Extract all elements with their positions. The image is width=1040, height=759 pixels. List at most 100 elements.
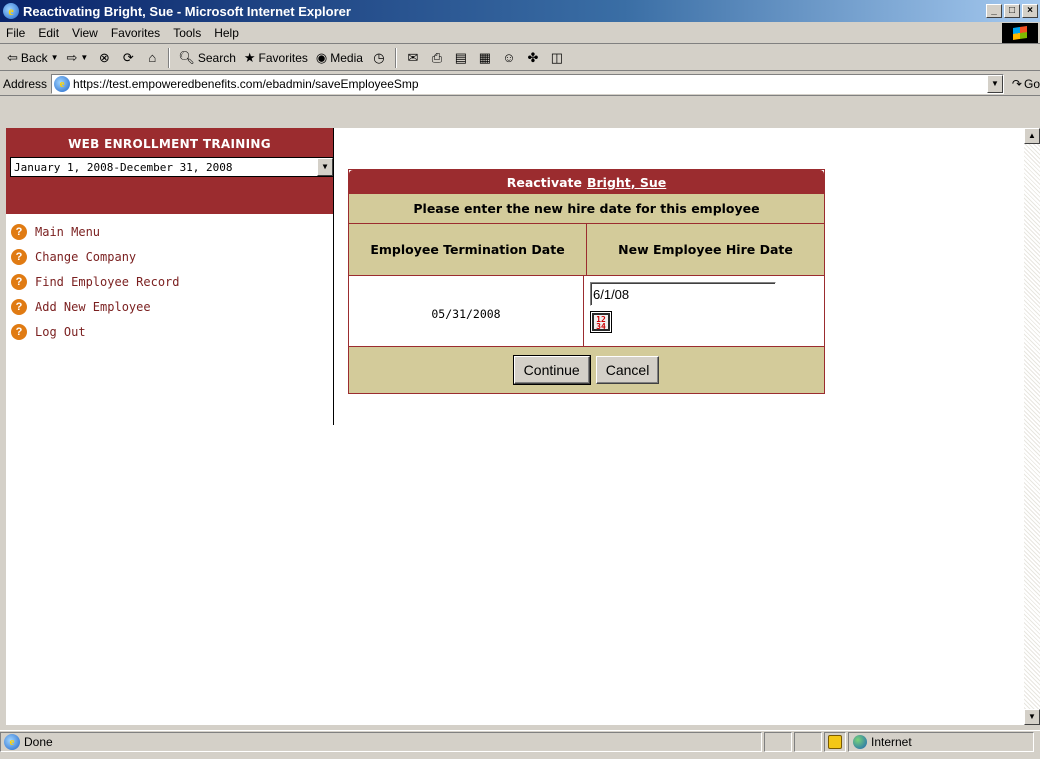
forward-arrow-icon: ⇨ <box>66 49 78 65</box>
toolbar-separator <box>394 47 397 68</box>
media-label: Media <box>330 50 363 65</box>
sidebar-item-label[interactable]: Find Employee Record <box>35 275 180 289</box>
address-label: Address <box>3 76 48 91</box>
status-bar: e Done Internet <box>0 730 1040 752</box>
lock-icon <box>828 734 842 749</box>
media-button[interactable]: ◉ Media <box>313 47 366 69</box>
menu-file[interactable]: File <box>0 26 32 40</box>
menu-tools[interactable]: Tools <box>167 26 208 40</box>
address-input[interactable]: e https://test.empoweredbenefits.com/eba… <box>51 73 1004 94</box>
media-icon: ◉ <box>315 49 328 65</box>
hire-date-input[interactable] <box>590 282 776 306</box>
page-icon: e <box>54 75 71 92</box>
employee-name-link[interactable]: Bright, Sue <box>587 175 666 190</box>
stop-icon[interactable]: ⊗ <box>95 49 113 67</box>
plan-period-select[interactable]: January 1, 2008-December 31, 2008 ▼ <box>10 157 334 177</box>
back-arrow-icon: ⇦ <box>7 49 18 65</box>
sidebar-item-change-company[interactable]: ? Change Company <box>11 244 333 269</box>
status-pane <box>794 731 822 752</box>
cancel-button[interactable]: Cancel <box>595 356 660 384</box>
history-icon[interactable]: ◷ <box>370 49 388 67</box>
mail-icon[interactable]: ✉ <box>404 49 422 67</box>
status-pane <box>764 731 792 752</box>
sidebar-item-label[interactable]: Add New Employee <box>35 300 151 314</box>
dialog-header: Reactivate Bright, Sue <box>349 170 824 194</box>
chevron-down-icon[interactable]: ▼ <box>317 158 333 176</box>
vertical-scrollbar[interactable]: ▲ ▼ <box>1024 128 1040 725</box>
back-dropdown-icon[interactable]: ▼ <box>51 53 59 62</box>
search-icon: 🔍︎ <box>178 49 195 65</box>
refresh-icon[interactable]: ⟳ <box>119 49 137 67</box>
maximize-button[interactable]: □ <box>1004 4 1020 18</box>
related-links-icon[interactable]: ◫ <box>548 49 566 67</box>
sidebar: WEB ENROLLMENT TRAINING January 1, 2008-… <box>6 128 334 425</box>
menu-favorites[interactable]: Favorites <box>105 26 167 40</box>
sidebar-item-log-out[interactable]: ? Log Out <box>11 319 333 344</box>
address-url[interactable]: https://test.empoweredbenefits.com/ebadm… <box>73 77 987 91</box>
calendar-button[interactable]: 12 34 <box>590 311 612 333</box>
back-button[interactable]: ⇦ Back ▼ <box>4 47 62 69</box>
help-icon: ? <box>11 298 27 315</box>
help-icon: ? <box>11 273 27 290</box>
scroll-down-icon[interactable]: ▼ <box>1024 709 1040 725</box>
sidebar-item-main-menu[interactable]: ? Main Menu <box>11 219 333 244</box>
go-arrow-icon: ↷ <box>1011 76 1022 91</box>
dialog-column-headers: Employee Termination Date New Employee H… <box>349 224 824 276</box>
search-label: Search <box>197 50 236 65</box>
sidebar-item-label[interactable]: Main Menu <box>35 225 100 239</box>
dialog-row: 05/31/2008 1234 <box>349 276 824 347</box>
sidebar-item-label[interactable]: Log Out <box>35 325 86 339</box>
ie-logo-icon: e <box>3 3 19 19</box>
favorites-label: Favorites <box>258 50 308 65</box>
discuss-icon[interactable]: ▦ <box>476 49 494 67</box>
globe-icon <box>853 734 867 749</box>
hire-date-header: New Employee Hire Date <box>587 224 824 275</box>
help-icon: ? <box>11 248 27 265</box>
sidebar-item-label[interactable]: Change Company <box>35 250 136 264</box>
windows-logo-icon <box>1002 22 1038 43</box>
scroll-up-icon[interactable]: ▲ <box>1024 128 1040 144</box>
sidebar-nav: ? Main Menu ? Change Company ? Find Empl… <box>6 214 333 344</box>
help-icon: ? <box>11 223 27 240</box>
security-zone-label: Internet <box>871 734 912 749</box>
sidebar-item-add-new-employee[interactable]: ? Add New Employee <box>11 294 333 319</box>
address-bar: Address e https://test.empoweredbenefits… <box>0 72 1040 96</box>
page-done-icon: e <box>4 733 20 750</box>
go-button[interactable]: ↷ Go <box>1012 77 1040 91</box>
menu-help[interactable]: Help <box>208 26 246 40</box>
back-label: Back <box>20 50 48 65</box>
print-icon[interactable]: ⎙ <box>428 49 446 67</box>
status-text: Done <box>24 734 53 749</box>
dialog-title: Reactivate <box>506 174 582 190</box>
continue-button[interactable]: Continue <box>512 355 591 385</box>
menu-view[interactable]: View <box>66 26 105 40</box>
forward-dropdown-icon[interactable]: ▼ <box>80 53 88 62</box>
minimize-button[interactable]: _ <box>986 4 1002 18</box>
window-controls: _ □ × <box>986 4 1038 18</box>
favorites-button[interactable]: ★ Favorites <box>241 47 311 69</box>
status-main-pane: e Done <box>0 731 762 752</box>
messenger-icon[interactable]: ☺ <box>500 49 518 67</box>
reactivate-dialog: Reactivate Bright, Sue Please enter the … <box>348 169 825 394</box>
sidebar-item-find-employee-record[interactable]: ? Find Employee Record <box>11 269 333 294</box>
menu-bar: File Edit View Favorites Tools Help <box>0 22 1040 44</box>
standard-toolbar: ⇦ Back ▼ ⇨ ▼ ⊗ ⟳ ⌂ 🔍︎ Search ★ Favorites… <box>0 45 1040 71</box>
plan-period-value: January 1, 2008-December 31, 2008 <box>14 160 233 174</box>
termination-date-value: 05/31/2008 <box>349 276 584 346</box>
search-button[interactable]: 🔍︎ Search <box>175 47 239 69</box>
research-icon[interactable]: ✤ <box>524 49 542 67</box>
window-titlebar[interactable]: e Reactivating Bright, Sue - Microsoft I… <box>0 0 1040 22</box>
termination-date-header: Employee Termination Date <box>349 224 587 275</box>
edit-icon[interactable]: ▤ <box>452 49 470 67</box>
dialog-actions: Continue Cancel <box>349 347 824 393</box>
home-icon[interactable]: ⌂ <box>143 49 161 67</box>
sidebar-title: WEB ENROLLMENT TRAINING <box>68 137 271 151</box>
hire-date-cell: 1234 <box>584 276 824 346</box>
forward-button[interactable]: ⇨ ▼ <box>64 47 92 69</box>
address-dropdown-icon[interactable]: ▼ <box>986 74 1003 93</box>
toolbar-separator <box>168 47 171 68</box>
close-button[interactable]: × <box>1022 4 1038 18</box>
menu-edit[interactable]: Edit <box>32 26 66 40</box>
dialog-instruction: Please enter the new hire date for this … <box>349 194 824 224</box>
security-pane[interactable] <box>824 731 846 752</box>
